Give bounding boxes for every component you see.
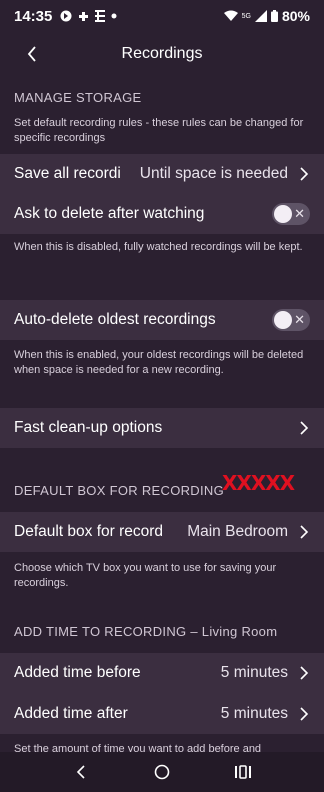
chevron-right-icon	[300, 167, 309, 181]
added-time-before-value: 5 minutes	[220, 664, 288, 681]
default-box-note: Choose which TV box you want to use for …	[14, 562, 277, 589]
auto-delete-label: Auto-delete oldest recordings	[14, 311, 216, 328]
toggle-knob	[274, 311, 292, 329]
ask-delete-toggle[interactable]: ✕	[272, 203, 310, 225]
fast-cleanup-label: Fast clean-up options	[14, 419, 163, 436]
app-notification-icon	[60, 10, 72, 22]
fast-cleanup-row[interactable]: Fast clean-up options	[0, 408, 324, 448]
battery-percent: 80%	[281, 8, 310, 24]
nav-back-button[interactable]	[61, 752, 101, 792]
toggle-knob	[274, 205, 292, 223]
nav-recents-button[interactable]	[223, 752, 263, 792]
network-label: 5G	[241, 12, 251, 20]
status-time: 14:35	[14, 7, 53, 25]
ask-delete-note: When this is disabled, fully watched rec…	[14, 241, 303, 253]
auto-delete-note: When this is enabled, your oldest record…	[14, 349, 304, 376]
slack-notification-icon	[79, 11, 89, 21]
app-bar: Recordings	[0, 32, 324, 76]
close-icon: ✕	[294, 206, 305, 221]
status-right: 5G 80%	[223, 8, 310, 24]
added-time-after-label: Added time after	[14, 705, 128, 722]
battery-icon	[270, 10, 278, 22]
added-time-before-row[interactable]: Added time before 5 minutes	[0, 653, 324, 693]
added-time-before-label: Added time before	[14, 664, 141, 681]
close-icon: ✕	[294, 312, 305, 327]
wifi-icon	[223, 10, 238, 21]
ask-delete-row: Ask to delete after watching ✕	[0, 194, 324, 234]
chevron-right-icon	[300, 525, 309, 539]
page-title: Recordings	[121, 45, 203, 62]
added-time-after-value: 5 minutes	[220, 705, 288, 722]
recents-icon	[235, 765, 252, 779]
default-box-label: Default box for record	[14, 523, 164, 540]
save-all-recordings-row[interactable]: Save all recordi Until space is needed	[0, 154, 324, 194]
back-button[interactable]	[20, 40, 44, 68]
back-nav-icon	[76, 765, 85, 779]
chevron-right-icon	[300, 666, 309, 680]
home-circle-icon	[154, 764, 170, 780]
system-nav-bar	[0, 752, 324, 792]
signal-icon	[254, 10, 267, 22]
manage-storage-description: Set default recording rules - these rule…	[14, 117, 304, 144]
auto-delete-toggle[interactable]: ✕	[272, 309, 310, 331]
ask-delete-label: Ask to delete after watching	[14, 205, 205, 222]
default-box-value: Main Bedroom	[187, 523, 288, 540]
nav-home-button[interactable]	[142, 752, 182, 792]
redaction-mark: XXXXX	[222, 471, 295, 495]
default-box-header: DEFAULT BOX FOR RECORDING	[14, 483, 224, 498]
manage-storage-header: MANAGE STORAGE	[14, 90, 142, 105]
save-all-recordings-value: Until space is needed	[139, 165, 288, 182]
default-box-row[interactable]: Default box for record Main Bedroom	[0, 512, 324, 552]
dot-icon	[111, 13, 117, 19]
add-time-header: ADD TIME TO RECORDING – Living Room	[14, 624, 278, 639]
status-bar: 14:35 5G 80%	[0, 0, 324, 32]
chevron-right-icon	[300, 421, 309, 435]
chevron-left-icon	[27, 46, 36, 62]
save-all-recordings-label: Save all recordi	[14, 165, 121, 182]
chevron-right-icon	[300, 707, 309, 721]
auto-delete-row: Auto-delete oldest recordings ✕	[0, 300, 324, 340]
added-time-after-row[interactable]: Added time after 5 minutes	[0, 694, 324, 734]
notification-icons	[60, 10, 117, 22]
message-notification-icon	[95, 10, 106, 22]
